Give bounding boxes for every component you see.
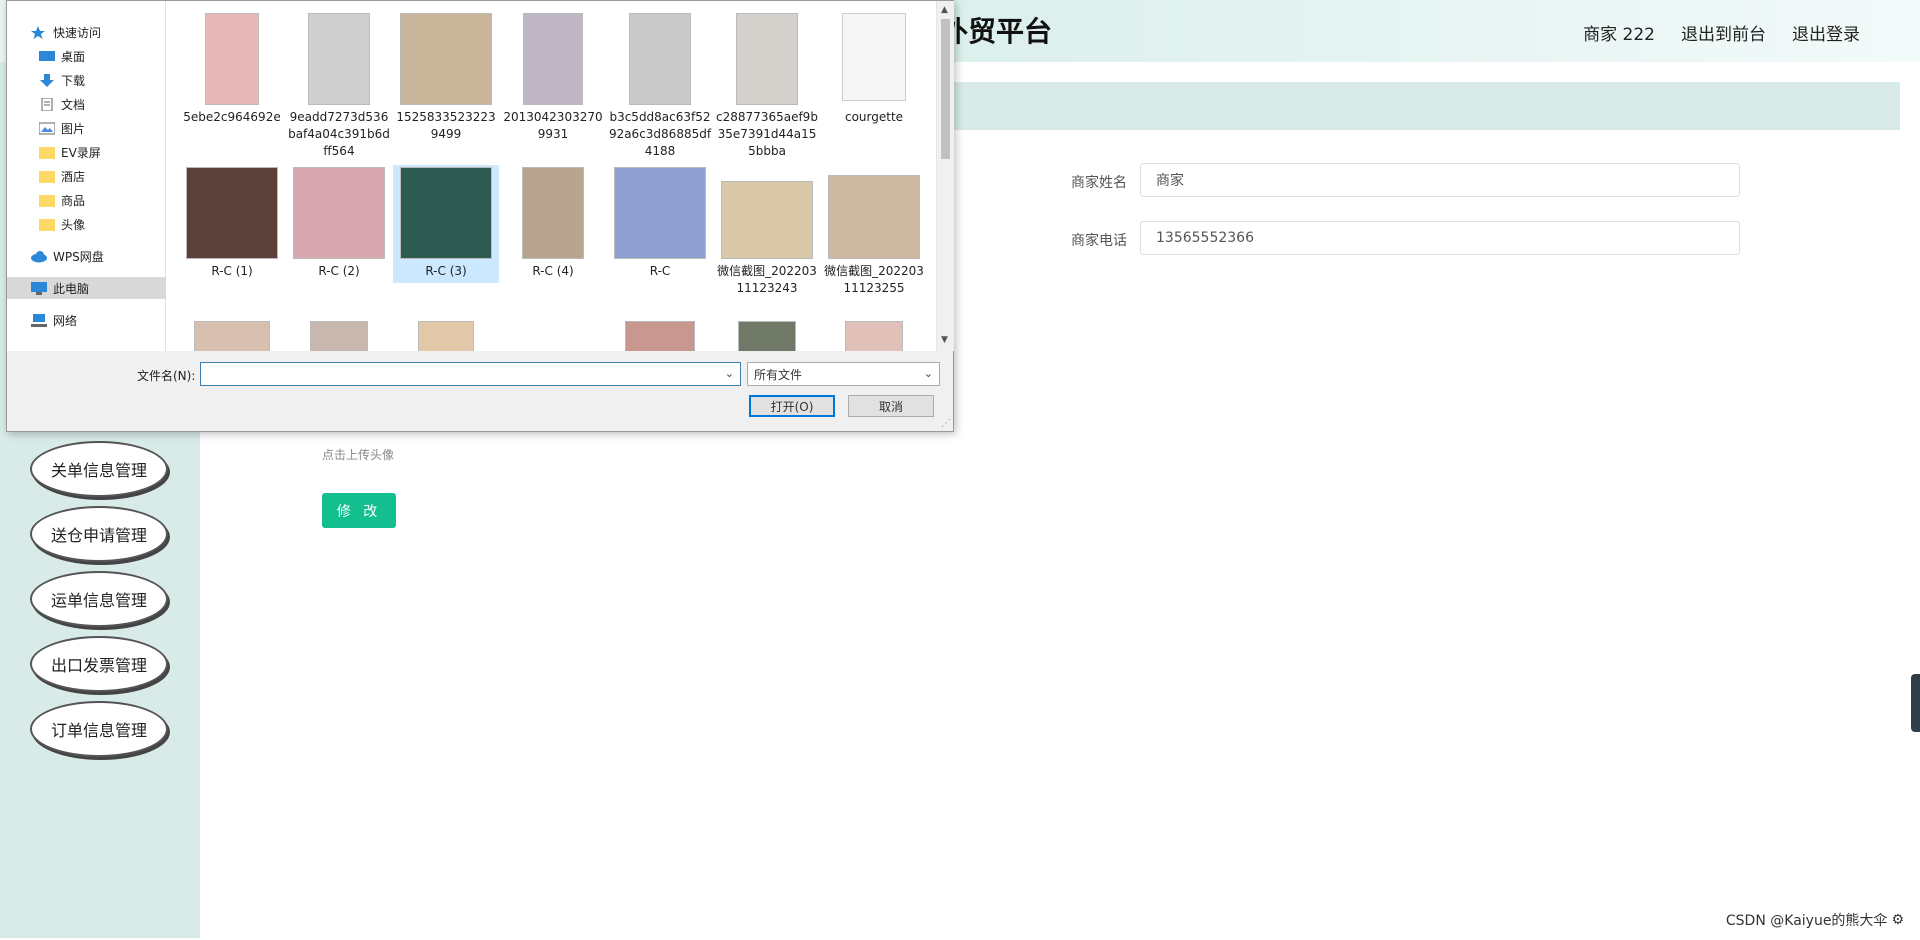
chevron-down-icon[interactable]: ⌄ (924, 367, 933, 380)
merchant-phone-input[interactable]: 13565552366 (1140, 221, 1740, 255)
pictures-icon (38, 122, 56, 135)
image-thumbnail (522, 167, 584, 259)
file-open-dialog: 快速访问 桌面📌 下载📌 文档📌 图片📌 EV录屏 酒店 商品 (6, 0, 954, 432)
file-item[interactable]: 微信截图_20220311123243 (714, 181, 820, 297)
image-thumbnail (186, 167, 278, 259)
image-thumbnail (614, 167, 706, 259)
side-drawer-tab[interactable] (1911, 674, 1920, 732)
computer-icon (31, 281, 47, 295)
watermark: CSDN @Kaiyue的熊大伞 ⚙ (1726, 910, 1904, 930)
open-button[interactable]: 打开(O) (749, 395, 835, 417)
image-thumbnail (736, 13, 798, 105)
nav-wps-cloud[interactable]: WPS网盘 (7, 245, 189, 267)
folder-icon (39, 218, 55, 231)
image-thumbnail (400, 13, 492, 105)
document-thumbnail (842, 13, 906, 101)
top-nav: 商家 222 退出到前台 退出登录 (1583, 20, 1860, 45)
image-thumbnail (310, 321, 368, 351)
nav-this-pc[interactable]: 此电脑 (7, 277, 189, 299)
file-item[interactable] (714, 321, 820, 351)
chevron-down-icon[interactable]: ⌄ (725, 367, 734, 380)
filetype-select[interactable]: 所有文件 ⌄ (747, 362, 940, 386)
site-title: 外贸平台 (940, 15, 1053, 48)
sidebar-item-invoice[interactable]: 出口发票管理 (30, 636, 168, 692)
navigation-pane: 快速访问 桌面📌 下载📌 文档📌 图片📌 EV录屏 酒店 商品 (7, 1, 191, 351)
file-item[interactable]: 20130423032709931 (500, 13, 606, 143)
image-thumbnail (400, 167, 492, 259)
image-thumbnail (721, 181, 813, 259)
image-thumbnail (205, 13, 259, 105)
image-thumbnail (418, 321, 474, 351)
desktop-icon (39, 50, 55, 63)
cancel-button[interactable]: 取消 (848, 395, 934, 417)
folder-icon (39, 146, 55, 159)
watermark-text: CSDN @Kaiyue的熊大伞 (1725, 913, 1888, 929)
merchant-name-input[interactable]: 商家 (1140, 163, 1740, 197)
image-thumbnail (738, 321, 796, 351)
exit-to-front-link[interactable]: 退出到前台 (1681, 20, 1766, 45)
file-item[interactable]: courgette (821, 13, 927, 126)
sidebar-item-waybill[interactable]: 运单信息管理 (30, 571, 168, 627)
image-thumbnail (194, 321, 270, 351)
user-name[interactable]: 商家 222 (1583, 20, 1655, 45)
image-thumbnail (845, 321, 903, 351)
file-item[interactable]: 9eadd7273d536baf4a04c391b6dff564 (286, 13, 392, 160)
scrollbar-thumb[interactable] (941, 19, 950, 159)
file-item[interactable]: 15258335232239499 (393, 13, 499, 143)
scroll-up-icon[interactable]: ▲ (941, 5, 948, 15)
image-thumbnail (828, 175, 920, 259)
star-icon (31, 25, 47, 39)
folder-icon (39, 194, 55, 207)
nav-network[interactable]: 网络 (7, 309, 189, 331)
resize-grip-icon[interactable]: ⋰ (941, 418, 951, 429)
file-item[interactable]: R-C (2) (286, 167, 392, 280)
filename-label: 文件名(N): (137, 369, 196, 383)
file-item-selected[interactable]: R-C (3) (393, 165, 499, 283)
modify-button[interactable]: 修 改 (322, 493, 396, 528)
image-thumbnail (308, 13, 370, 105)
merchant-name-label: 商家姓名 (1071, 175, 1127, 191)
cloud-icon (31, 250, 47, 263)
file-item[interactable]: c28877365aef9b35e7391d44a155bbba (714, 13, 820, 160)
folder-icon (39, 170, 55, 183)
file-item[interactable] (607, 321, 713, 351)
logout-link[interactable]: 退出登录 (1792, 20, 1860, 45)
file-item[interactable]: 5ebe2c964692e (179, 13, 285, 126)
sidebar-item-orders[interactable]: 订单信息管理 (30, 701, 168, 757)
sidebar-item-customs[interactable]: 关单信息管理 (30, 441, 168, 497)
file-item[interactable] (393, 321, 499, 351)
file-list: 5ebe2c964692e 9eadd7273d536baf4a04c391b6… (166, 1, 936, 351)
image-thumbnail (629, 13, 691, 105)
file-item[interactable]: R-C (1) (179, 167, 285, 280)
file-item[interactable]: b3c5dd8ac63f5292a6c3d86885df4188 (607, 13, 713, 160)
document-icon (39, 97, 55, 111)
file-item[interactable]: R-C (4) (500, 167, 606, 280)
file-item[interactable]: 微信截图_20220311123255 (821, 175, 927, 297)
scroll-down-icon[interactable]: ▼ (941, 335, 948, 345)
avatar-upload-hint[interactable]: 点击上传头像 (322, 446, 394, 463)
file-item[interactable] (179, 321, 285, 351)
download-icon (39, 73, 55, 87)
image-thumbnail (523, 13, 583, 105)
sidebar-item-warehouse[interactable]: 送仓申请管理 (30, 506, 168, 562)
settings-icon: ⚙ (1891, 912, 1904, 928)
file-item[interactable] (821, 321, 927, 351)
file-item[interactable] (286, 321, 392, 351)
nav-quick-access[interactable]: 快速访问 (7, 21, 189, 43)
image-thumbnail (293, 167, 385, 259)
file-list-scrollbar[interactable]: ▲ ▼ (936, 1, 954, 351)
filename-input[interactable]: ⌄ (200, 362, 741, 386)
image-thumbnail (625, 321, 695, 351)
merchant-phone-label: 商家电话 (1071, 233, 1127, 249)
network-icon (31, 313, 47, 327)
file-item[interactable]: R-C (607, 167, 713, 280)
